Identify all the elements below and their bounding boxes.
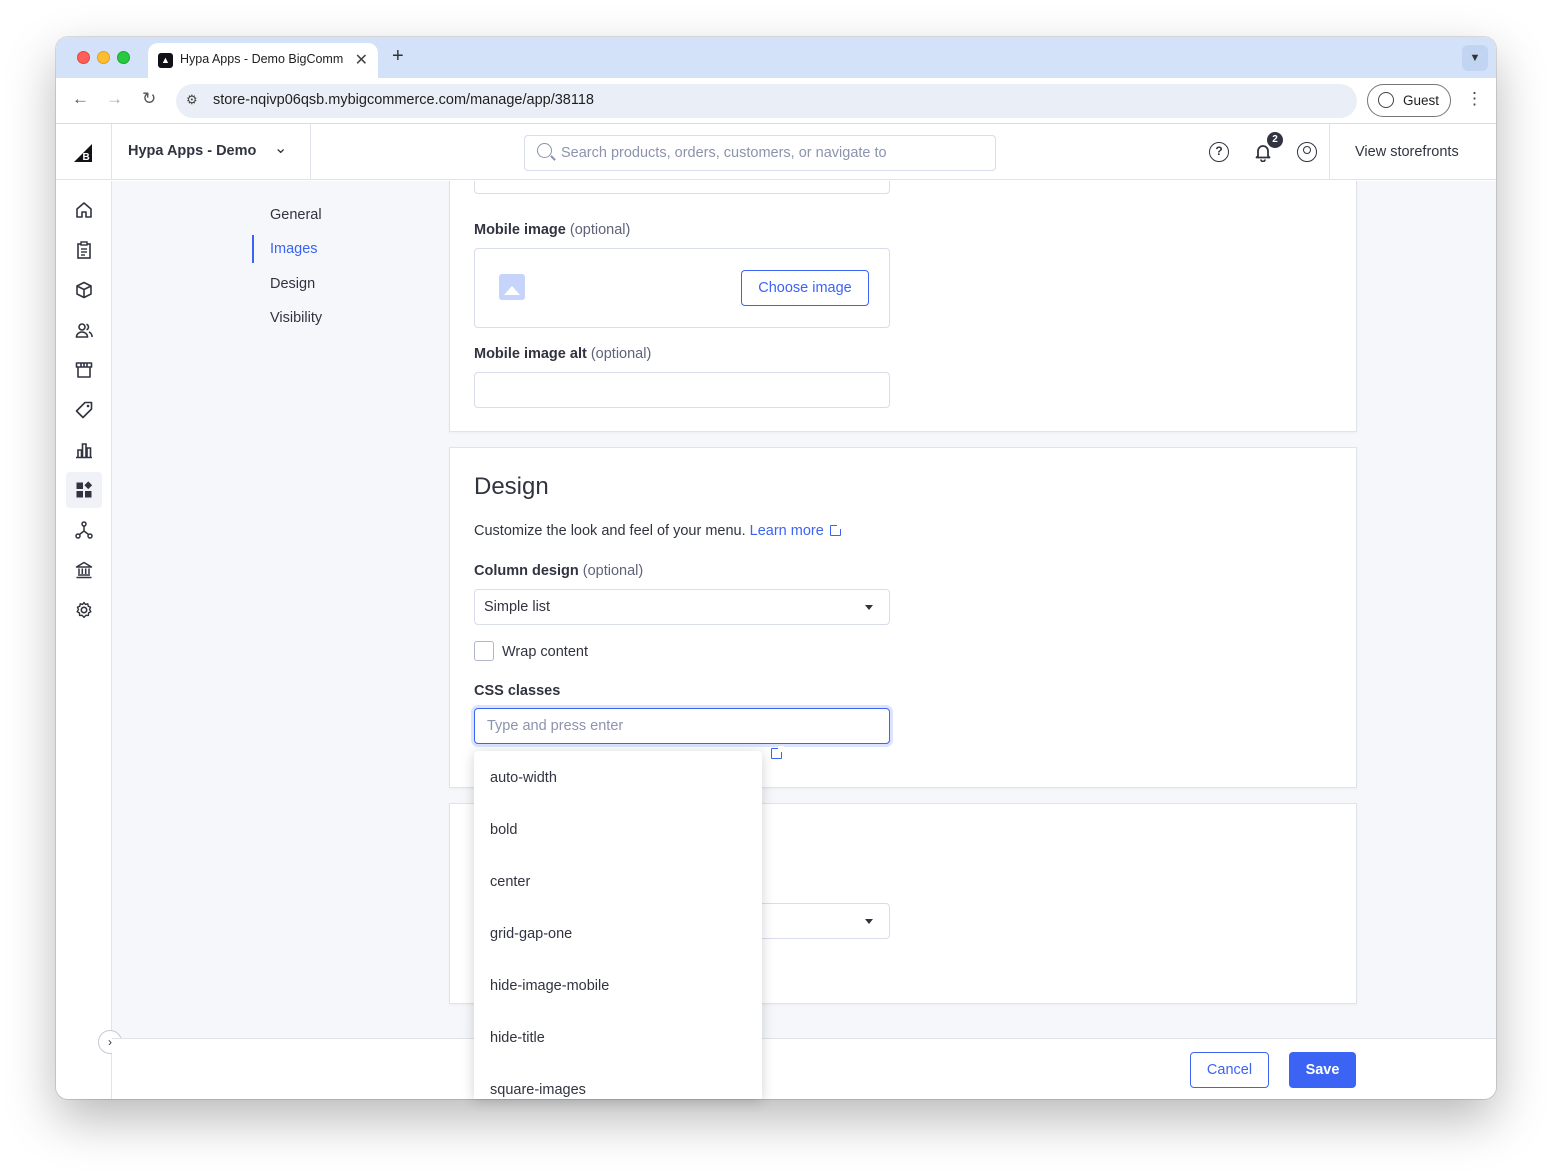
dropdown-option[interactable]: hide-title xyxy=(474,1012,762,1064)
global-search[interactable] xyxy=(524,135,996,171)
chevron-down-icon: ⌄ xyxy=(274,140,288,157)
orders-icon[interactable] xyxy=(66,232,102,268)
tab-title: Hypa Apps - Demo BigComm xyxy=(180,52,344,66)
image-placeholder-icon xyxy=(499,274,525,300)
images-panel: Mobile image (optional) Choose image Mob… xyxy=(449,181,1357,432)
help-icon[interactable]: ? xyxy=(1209,142,1229,162)
main-content: General Images Design Visibility Mobile … xyxy=(112,181,1496,1038)
app-header: B Hypa Apps - Demo ⌄ ? 2 View storefront… xyxy=(56,124,1496,180)
wrap-content-checkbox[interactable] xyxy=(474,641,494,661)
bigcommerce-favicon-icon: ▲ xyxy=(158,53,173,68)
mobile-image-picker: Choose image xyxy=(474,248,890,328)
products-icon[interactable] xyxy=(66,272,102,308)
browser-tab-bar: ▲ Hypa Apps - Demo BigComm ✕ + ▼ xyxy=(56,37,1496,78)
tab-search-chevron-icon[interactable]: ▼ xyxy=(1462,45,1488,71)
dropdown-option[interactable]: square-images xyxy=(474,1064,762,1099)
dropdown-option[interactable]: auto-width xyxy=(474,752,762,804)
cancel-button[interactable]: Cancel xyxy=(1190,1052,1269,1088)
column-design-value: Simple list xyxy=(484,599,551,615)
browser-window: ▲ Hypa Apps - Demo BigComm ✕ + ▼ ← → ↻ ⚙… xyxy=(56,37,1496,1099)
browser-menu-icon[interactable]: ⋮ xyxy=(1466,89,1483,109)
store-name: Hypa Apps - Demo xyxy=(128,143,257,159)
customers-icon[interactable] xyxy=(66,312,102,348)
design-description: Customize the look and feel of your menu… xyxy=(474,523,843,539)
svg-text:B: B xyxy=(83,152,90,163)
external-link-icon[interactable] xyxy=(771,746,784,759)
caret-down-icon xyxy=(865,605,873,610)
settings-icon[interactable] xyxy=(66,592,102,628)
forward-arrow-icon[interactable]: → xyxy=(106,89,123,109)
external-link-icon xyxy=(829,523,843,536)
bigcommerce-logo[interactable]: B xyxy=(56,124,112,180)
view-storefronts-button[interactable]: View storefronts xyxy=(1329,124,1496,180)
learn-more-link[interactable]: Learn more xyxy=(750,523,843,539)
dropdown-option[interactable]: center xyxy=(474,856,762,908)
search-icon xyxy=(537,143,552,158)
mobile-image-label: Mobile image (optional) xyxy=(474,222,631,238)
back-arrow-icon[interactable]: ← xyxy=(72,89,89,109)
mobile-image-alt-label: Mobile image alt (optional) xyxy=(474,346,652,362)
dropdown-option[interactable]: bold xyxy=(474,804,762,856)
analytics-icon[interactable] xyxy=(66,432,102,468)
action-bar: Cancel Save xyxy=(112,1038,1496,1099)
account-icon[interactable] xyxy=(1297,142,1317,162)
column-design-select[interactable]: Simple list xyxy=(474,589,890,625)
profile-label: Guest xyxy=(1403,93,1440,108)
view-storefronts-label: View storefronts xyxy=(1355,144,1459,160)
css-classes-input[interactable] xyxy=(474,708,890,744)
profile-button[interactable]: Guest xyxy=(1367,84,1451,117)
section-nav-visibility[interactable]: Visibility xyxy=(252,304,322,332)
apps-icon[interactable] xyxy=(66,472,102,508)
dropdown-option[interactable]: hide-image-mobile xyxy=(474,960,762,1012)
bigcommerce-logo-icon: B xyxy=(74,144,92,163)
browser-toolbar: ← → ↻ ⚙ store-nqivp06qsb.mybigcommerce.c… xyxy=(56,78,1496,124)
side-nav xyxy=(56,181,112,1099)
column-design-label: Column design (optional) xyxy=(474,563,644,579)
notification-badge: 2 xyxy=(1267,132,1283,148)
section-nav-images[interactable]: Images xyxy=(252,235,318,263)
section-nav-design[interactable]: Design xyxy=(252,270,315,298)
browser-tab[interactable]: ▲ Hypa Apps - Demo BigComm ✕ xyxy=(148,43,378,78)
maximize-window-button[interactable] xyxy=(117,51,130,64)
minimize-window-button[interactable] xyxy=(97,51,110,64)
store-switcher[interactable]: Hypa Apps - Demo ⌄ xyxy=(112,124,311,180)
design-title: Design xyxy=(474,473,549,500)
site-settings-icon[interactable]: ⚙ xyxy=(186,92,198,108)
design-panel: Design Customize the look and feel of yo… xyxy=(449,447,1357,788)
search-input[interactable] xyxy=(561,136,981,170)
reload-icon[interactable]: ↻ xyxy=(142,89,156,109)
marketing-icon[interactable] xyxy=(66,392,102,428)
css-classes-label: CSS classes xyxy=(474,683,561,699)
save-button[interactable]: Save xyxy=(1289,1052,1356,1088)
caret-down-icon xyxy=(865,919,873,924)
tab-close-icon[interactable]: ✕ xyxy=(355,50,368,70)
address-bar[interactable]: ⚙ store-nqivp06qsb.mybigcommerce.com/man… xyxy=(176,84,1357,118)
choose-image-button[interactable]: Choose image xyxy=(741,270,869,306)
css-classes-dropdown: auto-width bold center grid-gap-one hide… xyxy=(474,751,762,1099)
dropdown-option[interactable]: grid-gap-one xyxy=(474,908,762,960)
mobile-image-alt-input[interactable] xyxy=(474,372,890,408)
close-window-button[interactable] xyxy=(77,51,90,64)
storefront-icon[interactable] xyxy=(66,352,102,388)
section-nav-general[interactable]: General xyxy=(252,201,322,229)
new-tab-button[interactable]: + xyxy=(392,45,404,68)
finance-icon[interactable] xyxy=(66,552,102,588)
channels-icon[interactable] xyxy=(66,512,102,548)
url-text[interactable]: store-nqivp06qsb.mybigcommerce.com/manag… xyxy=(213,92,594,108)
home-icon[interactable] xyxy=(66,192,102,228)
wrap-content-label[interactable]: Wrap content xyxy=(502,644,588,660)
profile-icon xyxy=(1378,92,1394,108)
previous-field-input[interactable] xyxy=(474,181,890,194)
